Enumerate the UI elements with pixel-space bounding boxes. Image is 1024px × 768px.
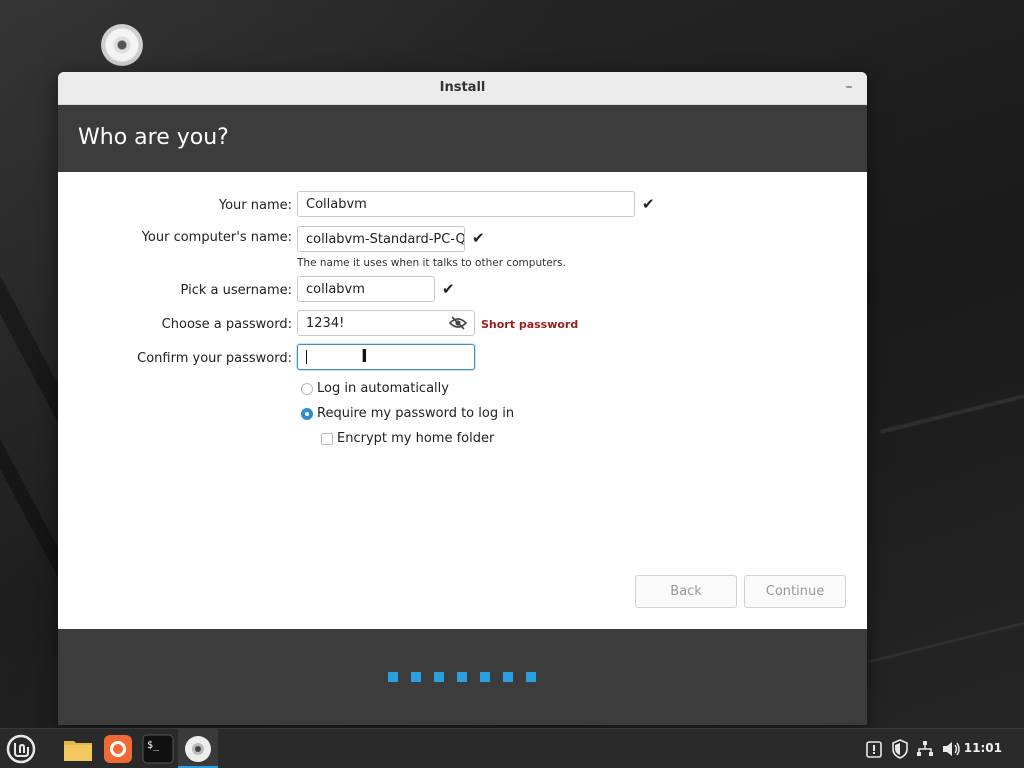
name-label: Your name: — [218, 198, 292, 213]
username-input[interactable]: collabvm — [297, 276, 435, 302]
username-label: Pick a username: — [180, 283, 292, 298]
page-title: Who are you? — [78, 125, 229, 150]
computer-name-label: Your computer's name: — [141, 230, 292, 245]
update-icon[interactable] — [866, 740, 882, 758]
progress-footer — [58, 629, 867, 725]
name-valid-icon: ✔ — [642, 195, 655, 213]
require-password-radio[interactable] — [301, 408, 313, 420]
progress-step — [434, 672, 444, 682]
volume-icon[interactable] — [941, 740, 961, 758]
confirm-password-label: Confirm your password: — [137, 351, 292, 366]
back-button[interactable]: Back — [635, 575, 737, 608]
files-icon[interactable] — [62, 733, 94, 765]
username-valid-icon: ✔ — [442, 280, 455, 298]
user-form: Your name: Collabvm ✔ Your computer's na… — [58, 171, 867, 629]
minimize-button[interactable]: – — [841, 78, 857, 96]
mint-menu-icon[interactable] — [5, 733, 37, 765]
page-header: Who are you? — [58, 105, 867, 172]
password-label: Choose a password: — [161, 317, 292, 332]
auto-login-label[interactable]: Log in automatically — [317, 381, 449, 396]
auto-login-radio[interactable] — [301, 383, 313, 395]
shield-icon[interactable] — [891, 739, 909, 759]
computer-name-input[interactable]: collabvm-Standard-PC-Q35 — [297, 226, 465, 252]
taskbar: $_ 11:01 — [0, 728, 1024, 768]
text-caret — [306, 350, 307, 364]
firefox-icon[interactable] — [102, 733, 134, 765]
computer-name-valid-icon: ✔ — [472, 229, 485, 247]
svg-text:$_: $_ — [147, 740, 160, 751]
window-title: Install — [439, 80, 486, 95]
reveal-password-icon[interactable] — [449, 316, 467, 330]
terminal-icon[interactable]: $_ — [142, 733, 174, 765]
continue-button[interactable]: Continue — [744, 575, 846, 608]
progress-step — [526, 672, 536, 682]
desktop-disc-icon[interactable] — [101, 24, 143, 66]
computer-name-hint: The name it uses when it talks to other … — [297, 257, 566, 269]
confirm-password-input[interactable] — [297, 344, 475, 370]
network-icon[interactable] — [916, 740, 934, 758]
progress-step — [503, 672, 513, 682]
installer-window: Install – Who are you? Your name: Collab… — [58, 72, 867, 725]
installer-disc-icon[interactable] — [182, 733, 214, 765]
progress-step — [411, 672, 421, 682]
progress-step — [457, 672, 467, 682]
titlebar: Install – — [58, 72, 867, 105]
progress-step — [388, 672, 398, 682]
clock[interactable]: 11:01 — [964, 741, 1002, 755]
progress-step — [480, 672, 490, 682]
encrypt-home-checkbox[interactable] — [321, 433, 333, 445]
password-strength-warning: Short password — [481, 318, 579, 331]
ibeam-cursor-icon: Ι — [361, 346, 368, 367]
name-input[interactable]: Collabvm — [297, 191, 635, 217]
encrypt-home-label[interactable]: Encrypt my home folder — [337, 431, 494, 446]
require-password-label[interactable]: Require my password to log in — [317, 406, 514, 421]
